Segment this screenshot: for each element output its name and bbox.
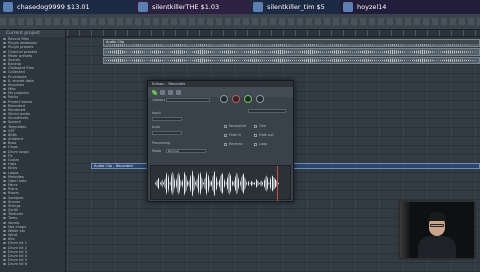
input-label: Input (152, 111, 161, 115)
donor-name: silentkiller_tim (267, 3, 315, 11)
processing-checkbox[interactable] (224, 125, 227, 128)
checkbox-label: Fade in (229, 133, 242, 137)
donation-bar: chasedog9999 $13.01 silentkillerTHE $1.0… (0, 0, 480, 14)
donation-amount: $5 (316, 3, 325, 11)
donor-name: silentkillerTHE (152, 3, 199, 11)
audio-clip[interactable]: Audio Clip (103, 39, 480, 47)
processing-checkbox[interactable] (254, 143, 257, 146)
stop-icon[interactable] (176, 89, 181, 95)
donation-item: hoyzel14 (340, 0, 480, 14)
knob-row[interactable] (220, 95, 264, 103)
browser-item[interactable]: Drum kit 6 (0, 262, 65, 266)
glasses-icon (430, 224, 444, 227)
edison-plugin-window[interactable]: Edison - Recorder Options Input Auto Pro… (147, 80, 294, 202)
clip-waveform (104, 58, 479, 63)
waveform-display[interactable] (150, 165, 291, 201)
checkbox-label: Fade out (259, 133, 274, 137)
donor-avatar-icon (3, 2, 13, 12)
playhead-marker[interactable] (277, 166, 278, 201)
streamer-avatar (416, 212, 456, 258)
record-icon[interactable] (160, 89, 165, 95)
record-level-knob[interactable] (232, 95, 240, 103)
webcam-overlay (398, 200, 476, 260)
auto-label: Auto (152, 125, 160, 129)
clip-label: Audio Clip (104, 40, 479, 44)
donor-avatar-icon (343, 2, 353, 12)
streamer-body (418, 236, 456, 258)
processing-label: Processing (152, 141, 171, 145)
audio-clip[interactable] (103, 48, 480, 56)
donation-item: silentkillerTHE $1.03 (135, 0, 250, 14)
donor-name: chasedog9999 (17, 3, 65, 11)
checkbox-label: Trim (259, 124, 267, 128)
auto-field[interactable] (152, 131, 182, 135)
source-field[interactable] (166, 98, 210, 102)
clip-waveform (104, 44, 479, 46)
donor-avatar-icon (253, 2, 263, 12)
checkbox-label: Loop (259, 142, 268, 146)
input-knob[interactable] (220, 95, 228, 103)
fl-leaf-icon[interactable] (152, 89, 157, 95)
input-field[interactable] (152, 117, 182, 121)
browser-header[interactable]: Current project (0, 30, 65, 37)
monitor-knob[interactable] (244, 95, 252, 103)
clip-waveform (104, 49, 479, 55)
donation-amount: $13.01 (66, 3, 90, 11)
lamp (400, 202, 410, 258)
play-icon[interactable] (168, 89, 173, 95)
checkbox-label: Reverse (229, 142, 243, 146)
donor-name: hoyzel14 (357, 3, 387, 11)
mode-label: Mode (152, 149, 162, 153)
donor-avatar-icon (138, 2, 148, 12)
toolbar-controls[interactable] (0, 18, 480, 25)
processing-checkbox[interactable] (224, 134, 227, 137)
processing-checkbox[interactable] (224, 143, 227, 146)
donation-item: chasedog9999 $13.01 (0, 0, 135, 14)
browser-panel[interactable]: Current project Recent files Plugin datab… (0, 30, 66, 272)
browser-list[interactable]: Recent files Plugin database Plugin preset… (0, 37, 65, 266)
processing-checkbox[interactable] (254, 134, 257, 137)
streamer-hair (428, 212, 446, 221)
donation-item: silentkiller_tim $5 (250, 0, 340, 14)
mode-select[interactable]: Normal (166, 149, 206, 153)
options-label: Options (152, 98, 166, 102)
audio-clip[interactable] (103, 57, 480, 64)
processing-checkbox[interactable] (254, 125, 257, 128)
timeline-ruler[interactable] (67, 30, 480, 37)
checkbox-label: Normalize (229, 124, 247, 128)
recorded-waveform (155, 170, 279, 197)
donation-amount: $1.03 (200, 3, 220, 11)
format-select[interactable] (248, 109, 286, 113)
gain-knob[interactable] (256, 95, 264, 103)
main-toolbar[interactable] (0, 14, 480, 30)
